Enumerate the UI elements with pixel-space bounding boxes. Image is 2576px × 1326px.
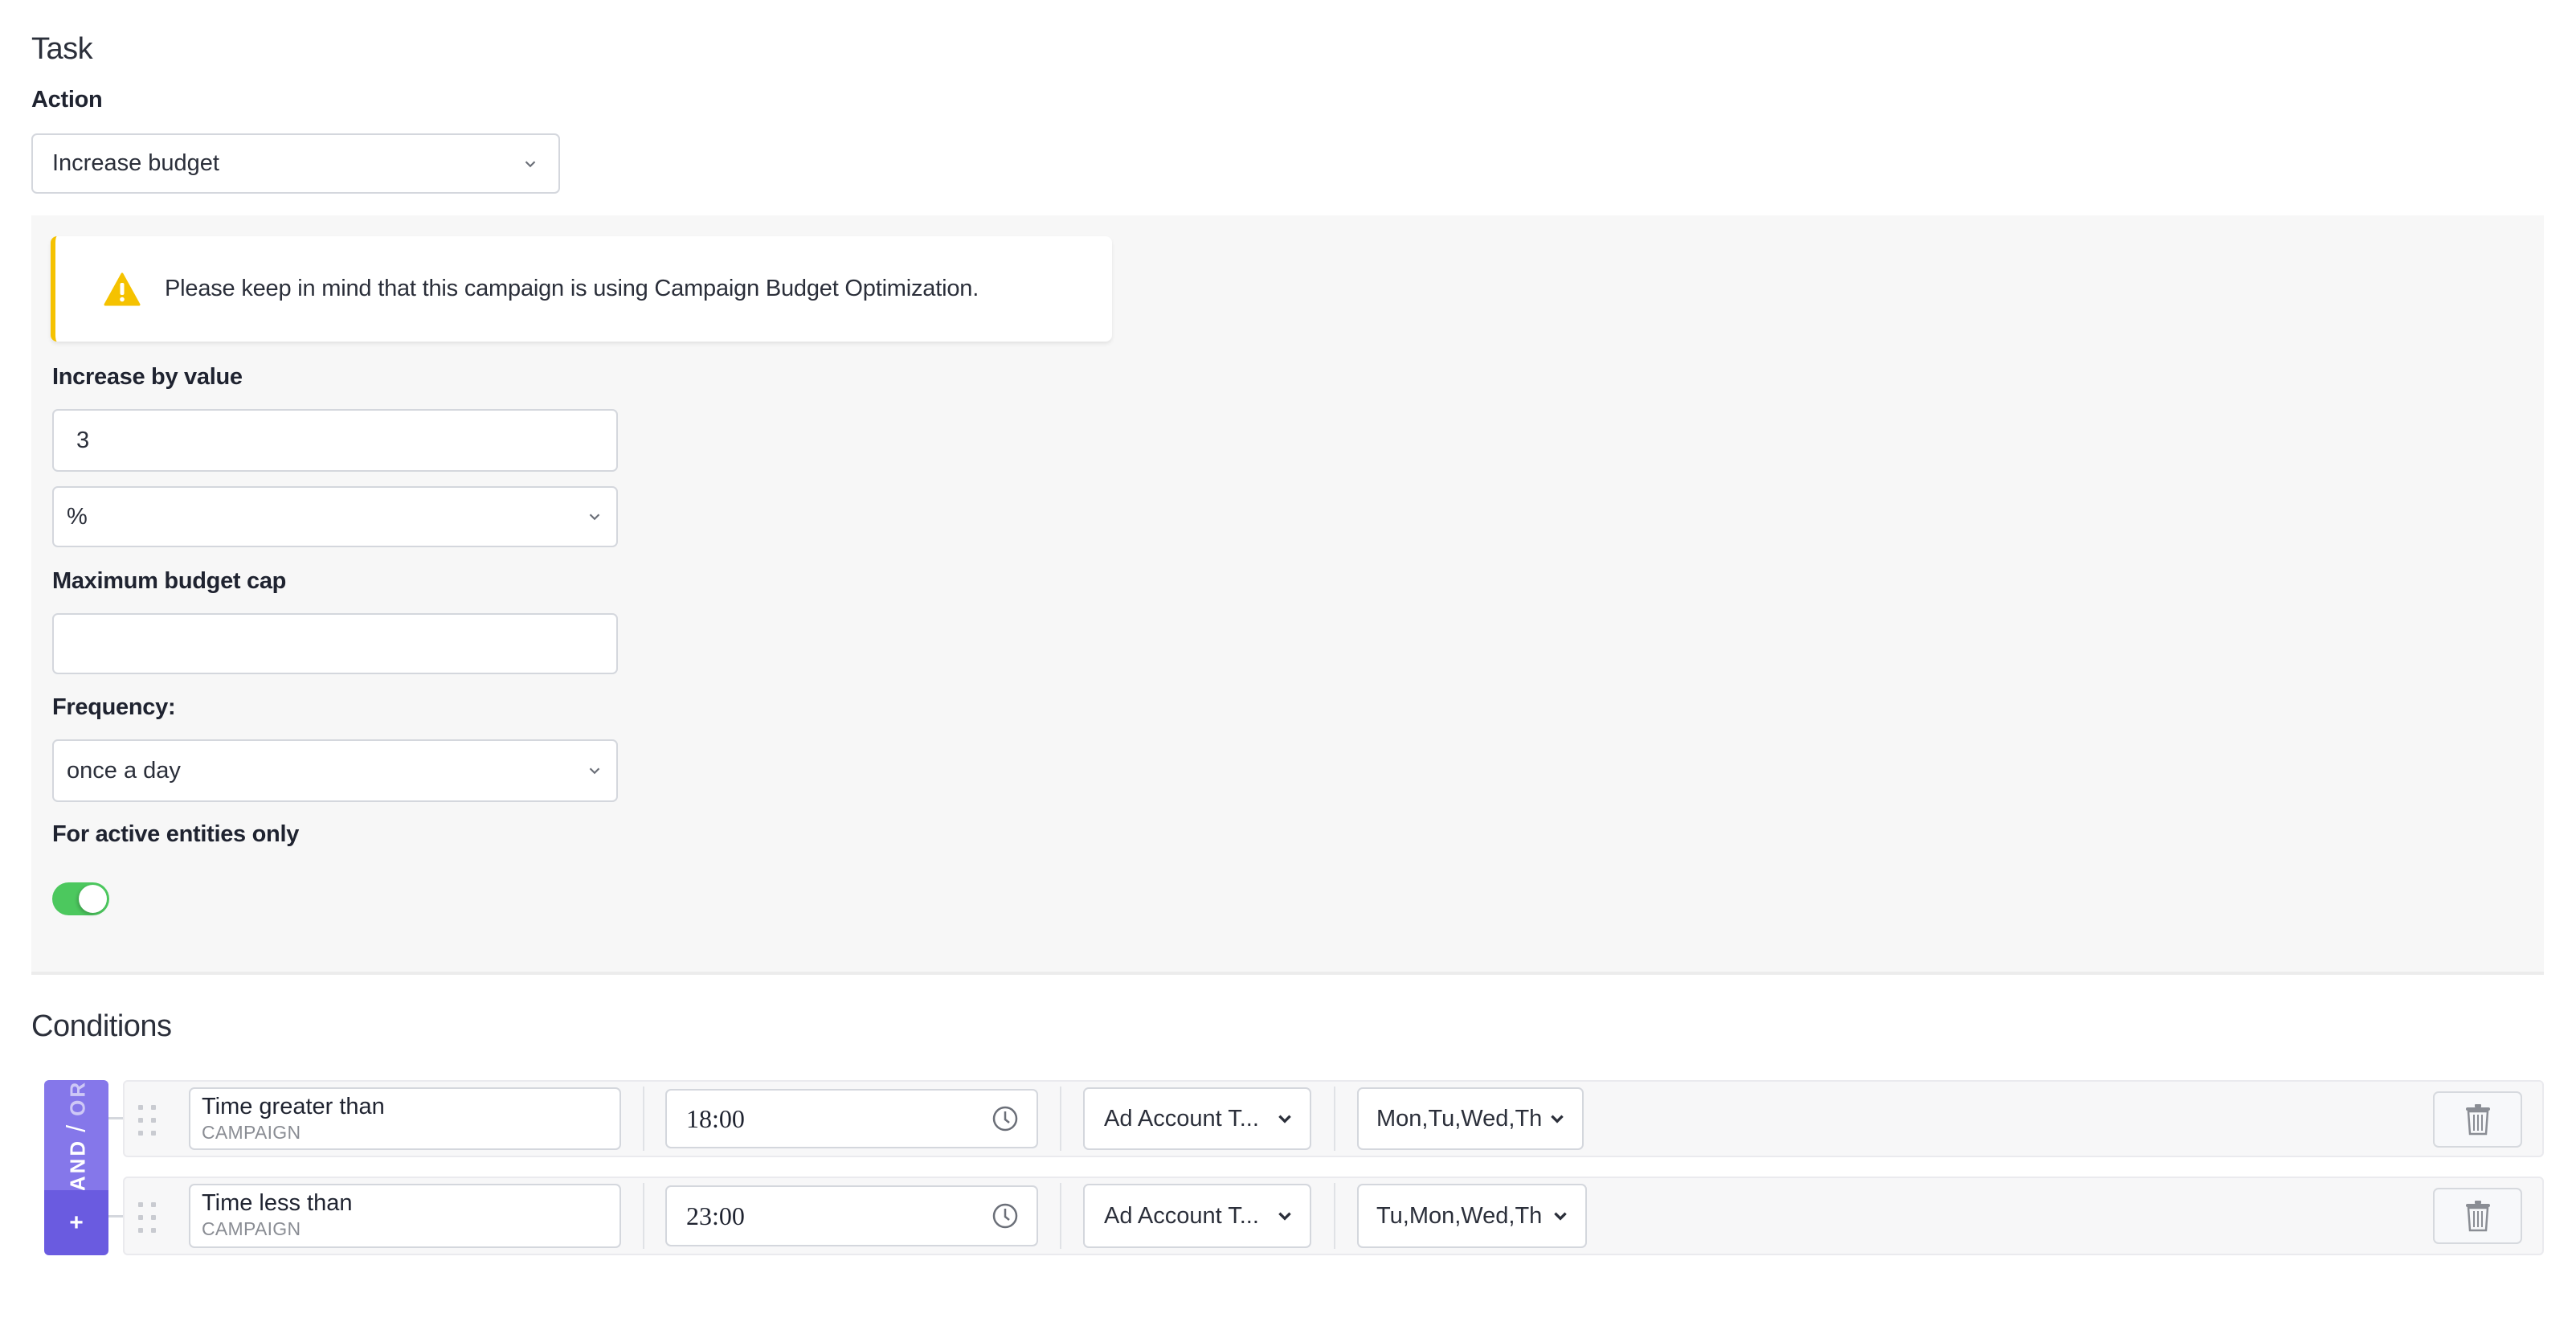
- timezone-select[interactable]: Ad Account T...: [1083, 1087, 1311, 1150]
- frequency-value: once a day: [67, 757, 181, 784]
- action-select-value: Increase budget: [52, 150, 219, 176]
- trash-icon: [2465, 1201, 2490, 1232]
- condition-field[interactable]: Time less than CAMPAIGN: [189, 1184, 621, 1248]
- days-select[interactable]: Mon,Tu,Wed,Th: [1357, 1087, 1584, 1150]
- warning-triangle-icon: [104, 272, 141, 305]
- increase-by-input[interactable]: 3: [52, 409, 618, 472]
- divider: [1060, 1087, 1061, 1151]
- time-value: 18:00: [686, 1103, 745, 1133]
- or-label: OR: [65, 1079, 90, 1116]
- trash-icon: [2465, 1104, 2490, 1136]
- row-connector: [108, 1117, 125, 1119]
- frequency-label: Frequency:: [52, 694, 176, 720]
- plus-icon: +: [69, 1209, 84, 1236]
- divider: [643, 1183, 644, 1249]
- toggle-knob: [79, 885, 107, 913]
- max-budget-cap-input[interactable]: [52, 613, 618, 674]
- clock-icon[interactable]: [992, 1202, 1019, 1230]
- task-heading: Task: [31, 32, 93, 66]
- add-condition-button[interactable]: +: [44, 1190, 108, 1255]
- and-or-toggle[interactable]: AND / OR: [44, 1079, 108, 1191]
- timezone-select[interactable]: Ad Account T...: [1083, 1184, 1311, 1248]
- drag-handle-icon[interactable]: [138, 1105, 156, 1136]
- and-label: AND: [65, 1138, 90, 1191]
- condition-name: Time greater than: [202, 1094, 385, 1119]
- increase-by-label: Increase by value: [52, 364, 243, 390]
- chevron-down-icon: [589, 514, 600, 521]
- delete-condition-button[interactable]: [2433, 1091, 2522, 1148]
- chevron-down-icon: [1554, 1212, 1567, 1221]
- active-only-label: For active entities only: [52, 821, 300, 847]
- timezone-value: Ad Account T...: [1104, 1105, 1259, 1132]
- warning-message: Please keep in mind that this campaign i…: [165, 276, 979, 301]
- action-label: Action: [31, 87, 103, 113]
- and-or-label: AND / OR: [62, 1079, 92, 1190]
- cbo-warning-alert: Please keep in mind that this campaign i…: [51, 236, 1112, 342]
- days-value: Tu,Mon,Wed,Th: [1376, 1202, 1543, 1229]
- active-only-toggle[interactable]: [52, 882, 109, 915]
- increase-unit-value: %: [67, 503, 88, 530]
- condition-scope: CAMPAIGN: [202, 1122, 301, 1143]
- increase-by-value: 3: [76, 427, 90, 453]
- chevron-down-icon: [525, 160, 536, 167]
- days-select[interactable]: Tu,Mon,Wed,Th: [1357, 1184, 1587, 1248]
- chevron-down-icon: [1278, 1212, 1291, 1221]
- frequency-select[interactable]: once a day: [52, 739, 618, 802]
- divider: [1334, 1087, 1335, 1151]
- delete-condition-button[interactable]: [2433, 1188, 2522, 1244]
- divider: [1334, 1183, 1335, 1249]
- chevron-down-icon: [1278, 1115, 1291, 1123]
- action-select[interactable]: Increase budget: [31, 133, 560, 194]
- clock-icon[interactable]: [992, 1105, 1019, 1132]
- conditions-heading: Conditions: [31, 1009, 172, 1043]
- days-value: Mon,Tu,Wed,Th: [1376, 1105, 1543, 1132]
- condition-field[interactable]: Time greater than CAMPAIGN: [189, 1087, 621, 1150]
- max-budget-cap-label: Maximum budget cap: [52, 568, 287, 594]
- slash-separator: /: [61, 1122, 91, 1132]
- drag-handle-icon[interactable]: [138, 1202, 156, 1233]
- timezone-value: Ad Account T...: [1104, 1202, 1259, 1229]
- condition-scope: CAMPAIGN: [202, 1218, 301, 1239]
- increase-unit-select[interactable]: %: [52, 486, 618, 547]
- time-input[interactable]: 18:00: [665, 1089, 1038, 1148]
- divider: [643, 1087, 644, 1151]
- time-input[interactable]: 23:00: [665, 1185, 1038, 1246]
- condition-name: Time less than: [202, 1190, 353, 1216]
- chevron-down-icon: [1551, 1115, 1564, 1123]
- chevron-down-icon: [589, 767, 600, 775]
- divider: [1060, 1183, 1061, 1249]
- row-connector: [108, 1215, 125, 1218]
- time-value: 23:00: [686, 1201, 745, 1230]
